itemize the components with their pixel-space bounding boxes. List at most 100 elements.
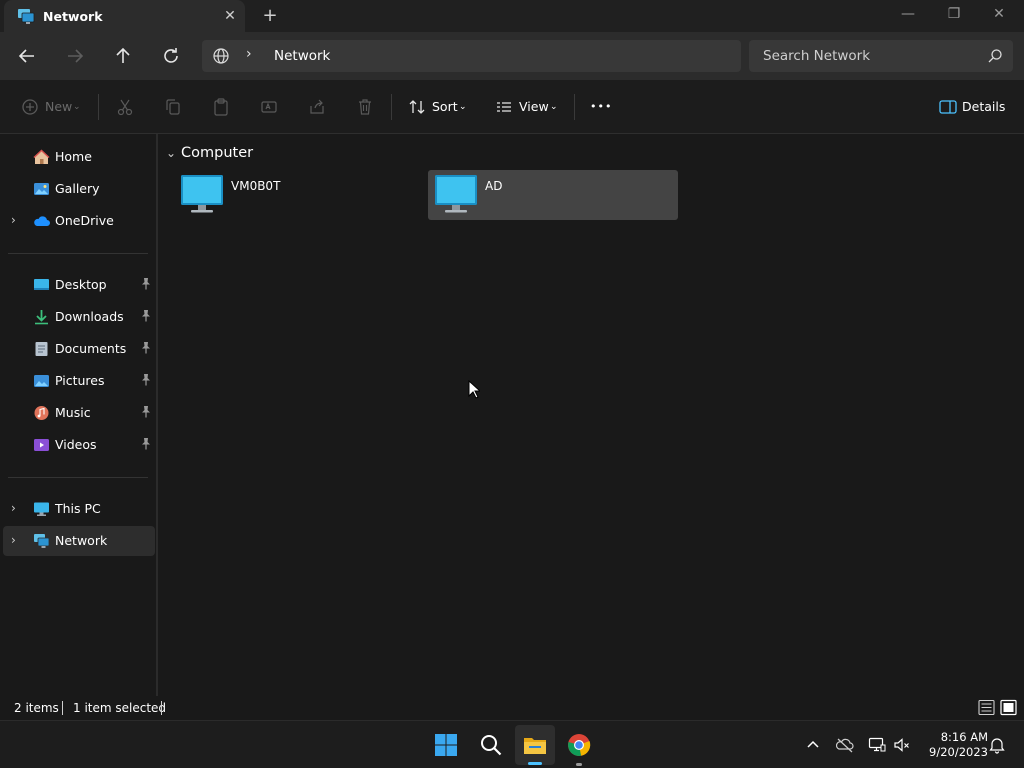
this-pc-icon	[34, 502, 49, 516]
refresh-icon[interactable]	[159, 44, 183, 68]
taskbar-chrome[interactable]	[559, 725, 599, 766]
taskbar: 8:16 AM 9/20/2023	[0, 720, 1024, 768]
notification-bell-icon[interactable]	[988, 736, 1006, 754]
delete-icon[interactable]	[355, 97, 375, 117]
sidebar-item-videos[interactable]: Videos	[3, 430, 155, 460]
pin-icon[interactable]	[140, 405, 152, 419]
pictures-icon	[34, 375, 49, 387]
show-hidden-icons-chevron-icon[interactable]	[804, 736, 822, 754]
more-options-button[interactable]: •••	[590, 95, 612, 119]
sidebar-item-label: OneDrive	[55, 213, 114, 228]
paste-icon[interactable]	[211, 97, 231, 117]
sidebar-item-pictures[interactable]: Pictures	[3, 366, 155, 396]
expand-chevron-icon[interactable]: ›	[11, 213, 16, 227]
item-count: 2 items	[14, 701, 59, 715]
sidebar-item-desktop[interactable]: Desktop	[3, 270, 155, 300]
command-divider	[98, 94, 99, 120]
title-bar: Network ✕ + — ❐ ✕	[0, 0, 1024, 32]
sidebar-item-label: Documents	[55, 341, 127, 356]
sidebar-item-documents[interactable]: Documents	[3, 334, 155, 364]
expand-chevron-icon[interactable]: ›	[11, 501, 16, 515]
new-icon	[22, 99, 38, 115]
expand-chevron-icon[interactable]: ›	[11, 533, 16, 547]
view-button[interactable]: View	[519, 95, 549, 119]
start-button[interactable]	[426, 725, 466, 765]
minimize-button[interactable]: —	[885, 0, 931, 30]
search-box[interactable]: Search Network	[749, 40, 1013, 72]
videos-icon	[34, 439, 49, 451]
sidebar-item-this-pc[interactable]: › This PC	[3, 494, 155, 524]
navigation-pane: Home Gallery › OneDrive Desktop Download…	[0, 134, 158, 696]
address-bar[interactable]: › Network	[202, 40, 741, 72]
view-icon	[497, 102, 511, 112]
sidebar-item-network[interactable]: › Network	[3, 526, 155, 556]
pin-icon[interactable]	[140, 341, 152, 355]
sidebar-item-gallery[interactable]: Gallery	[3, 174, 155, 204]
computer-icon	[181, 175, 223, 213]
search-placeholder: Search Network	[763, 48, 871, 64]
forward-icon[interactable]	[63, 44, 87, 68]
tab-title: Network	[43, 9, 103, 24]
volume-muted-icon[interactable]	[893, 736, 911, 754]
active-app-indicator	[528, 762, 542, 765]
collapse-group-chevron-icon[interactable]: ⌄	[166, 146, 176, 160]
sidebar-item-label: Videos	[55, 437, 97, 452]
new-button[interactable]: New	[45, 95, 72, 119]
sidebar-item-downloads[interactable]: Downloads	[3, 302, 155, 332]
details-view-icon[interactable]	[978, 699, 995, 716]
sort-chevron-icon: ⌄	[459, 102, 467, 112]
sidebar-item-onedrive[interactable]: › OneDrive	[3, 206, 155, 236]
sort-icon	[409, 100, 425, 114]
tiles-view-icon[interactable]	[1000, 699, 1017, 716]
music-icon	[34, 406, 49, 420]
pin-icon[interactable]	[140, 437, 152, 451]
tab-network[interactable]: Network ✕	[4, 0, 245, 32]
sort-button[interactable]: Sort	[432, 95, 458, 119]
view-chevron-icon: ⌄	[550, 102, 558, 112]
status-bar: 2 items 1 item selected	[0, 696, 1024, 720]
taskbar-file-explorer[interactable]	[515, 725, 555, 765]
group-header-computer[interactable]: Computer	[181, 145, 253, 161]
globe-icon	[213, 48, 229, 64]
home-icon	[33, 149, 50, 164]
sidebar-item-label: This PC	[55, 501, 101, 516]
network-computer-tile[interactable]: VM0B0T	[174, 170, 424, 220]
share-icon[interactable]	[307, 97, 327, 117]
new-tab-button[interactable]: +	[259, 6, 281, 26]
gallery-icon	[34, 183, 49, 195]
sidebar-item-label: Network	[55, 533, 108, 548]
back-icon[interactable]	[15, 44, 39, 68]
network-status-icon[interactable]	[868, 736, 886, 754]
status-divider	[161, 701, 162, 715]
search-icon	[481, 735, 502, 756]
sidebar-divider	[8, 477, 148, 478]
pin-icon[interactable]	[140, 373, 152, 387]
network-icon	[18, 9, 35, 24]
cut-icon[interactable]	[115, 97, 135, 117]
search-icon[interactable]	[987, 48, 1003, 64]
clock-time: 8:16 AM	[940, 730, 988, 744]
chrome-icon	[568, 734, 591, 756]
sidebar-item-home[interactable]: Home	[3, 142, 155, 172]
details-pane-icon	[939, 100, 957, 114]
computer-icon	[435, 175, 477, 213]
sidebar-item-label: Desktop	[55, 277, 107, 292]
pin-icon[interactable]	[140, 277, 152, 291]
copy-icon[interactable]	[163, 97, 183, 117]
sidebar-item-music[interactable]: Music	[3, 398, 155, 428]
details-button[interactable]: Details	[962, 95, 1005, 119]
running-app-indicator	[576, 763, 582, 766]
breadcrumb-network[interactable]: Network	[274, 48, 330, 64]
up-icon[interactable]	[111, 44, 135, 68]
rename-icon[interactable]	[259, 97, 279, 117]
taskbar-search-button[interactable]	[471, 725, 511, 765]
system-clock[interactable]: 8:16 AM 9/20/2023	[918, 730, 988, 760]
file-view: ⌄ Computer VM0B0T AD	[160, 134, 1024, 696]
close-tab-icon[interactable]: ✕	[220, 6, 240, 26]
onedrive-offline-icon[interactable]	[836, 736, 854, 754]
close-window-button[interactable]: ✕	[976, 0, 1022, 30]
maximize-button[interactable]: ❐	[931, 0, 977, 30]
downloads-icon	[35, 310, 48, 325]
pin-icon[interactable]	[140, 309, 152, 323]
network-computer-tile[interactable]: AD	[428, 170, 678, 220]
